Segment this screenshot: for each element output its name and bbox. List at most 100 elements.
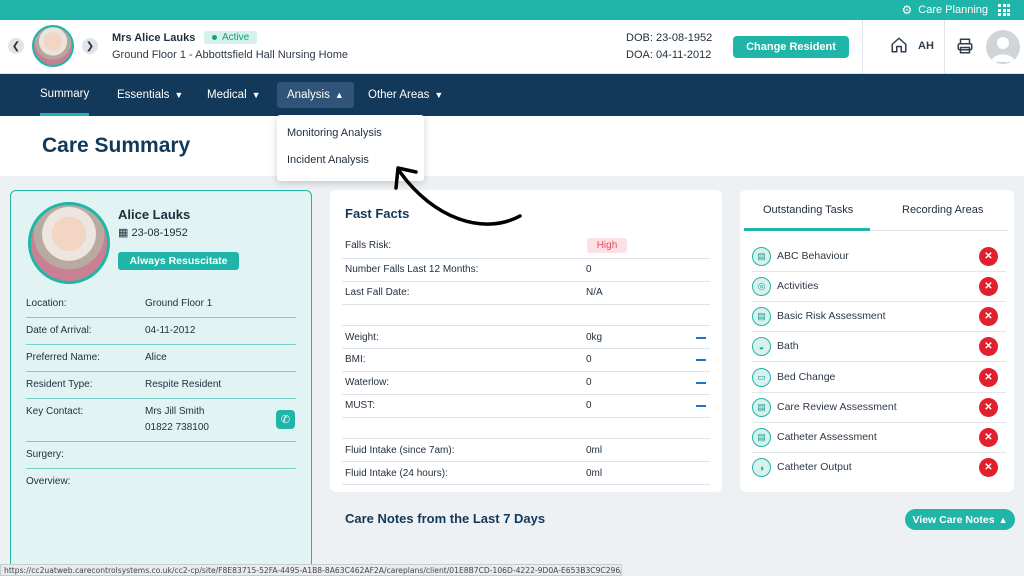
care-planning-menu[interactable]: ⚙ Care Planning	[902, 0, 1010, 20]
resident-header: ❮ ❯ Mrs Alice Lauks Active Ground Floor …	[0, 20, 1024, 74]
task-item[interactable]: ▤ Basic Risk Assessment ✕	[752, 306, 1000, 328]
divider	[342, 438, 710, 439]
task-item[interactable]: ◒ Bath ✕	[752, 336, 1000, 358]
close-icon[interactable]: ✕	[979, 277, 998, 296]
resident-photo	[28, 202, 110, 284]
divider	[342, 258, 710, 259]
resident-location: Ground Floor 1 - Abbottsfield Hall Nursi…	[112, 49, 348, 61]
trend-flat-icon	[696, 405, 706, 407]
task-item[interactable]: ▤ ABC Behaviour ✕	[752, 246, 1000, 268]
falls-risk-badge: High	[587, 238, 627, 253]
resident-doa: DOA: 04-11-2012	[626, 49, 712, 61]
nav-other-areas[interactable]: Other Areas ▼	[368, 74, 443, 116]
user-initials[interactable]: AH	[918, 40, 934, 52]
resident-avatar	[32, 25, 74, 67]
divider	[342, 281, 710, 282]
home-icon[interactable]	[890, 36, 908, 54]
chevron-up-icon: ▲	[334, 90, 344, 100]
divider	[342, 461, 710, 462]
resus-badge: Always Resuscitate	[118, 252, 239, 270]
status-bar-url: https://cc2uatweb.carecontrolsystems.co.…	[0, 564, 622, 576]
resident-card-dob: ▦ 23-08-1952	[118, 227, 188, 239]
nav-essentials[interactable]: Essentials ▼	[117, 74, 183, 116]
divider	[342, 394, 710, 395]
activity-icon: ◎	[752, 277, 771, 296]
divider	[752, 422, 1006, 423]
resident-card-name: Alice Lauks	[118, 207, 191, 222]
calendar-icon: ▦	[118, 227, 132, 239]
divider	[26, 371, 296, 372]
menu-item-monitoring-analysis[interactable]: Monitoring Analysis	[287, 127, 382, 139]
chevron-up-icon: ▲	[998, 514, 1008, 525]
status-badge: Active	[204, 31, 258, 44]
page-title: Care Summary	[42, 134, 191, 157]
close-icon[interactable]: ✕	[979, 428, 998, 447]
clipboard-icon: ▤	[752, 247, 771, 266]
close-icon[interactable]: ✕	[979, 307, 998, 326]
divider	[752, 331, 1006, 332]
catheter-icon: ▤	[752, 428, 771, 447]
active-tab-indicator	[744, 228, 870, 231]
divider	[342, 325, 710, 326]
main-nav: Summary Essentials ▼ Medical ▼ Analysis ▲ O…	[0, 74, 1024, 116]
divider	[342, 304, 710, 305]
divider	[26, 317, 296, 318]
divider	[26, 344, 296, 345]
task-item[interactable]: ◑ Catheter Output ✕	[752, 457, 1000, 479]
bath-icon: ◒	[752, 337, 771, 356]
change-resident-button[interactable]: Change Resident	[733, 36, 849, 58]
divider	[752, 301, 1006, 302]
view-care-notes-button[interactable]: View Care Notes ▲	[905, 509, 1015, 530]
close-icon[interactable]: ✕	[979, 247, 998, 266]
print-icon[interactable]	[956, 37, 974, 55]
review-icon: ▤	[752, 398, 771, 417]
care-planning-label: Care Planning	[918, 4, 988, 16]
trend-flat-icon	[696, 337, 706, 339]
apps-grid-icon[interactable]	[998, 4, 1010, 16]
output-icon: ◑	[752, 458, 771, 477]
chevron-down-icon: ▼	[174, 90, 184, 100]
menu-item-incident-analysis[interactable]: Incident Analysis	[287, 154, 369, 166]
divider	[752, 361, 1006, 362]
divider	[752, 271, 1006, 272]
divider	[862, 20, 863, 73]
chevron-right-icon[interactable]: ❯	[82, 38, 98, 54]
tab-outstanding-tasks[interactable]: Outstanding Tasks	[763, 204, 853, 216]
settings-icon[interactable]: ⚙	[902, 4, 913, 16]
close-icon[interactable]: ✕	[979, 337, 998, 356]
divider	[752, 392, 1006, 393]
divider	[342, 417, 710, 418]
bed-icon: ▭	[752, 368, 771, 387]
nav-summary[interactable]: Summary	[40, 74, 90, 116]
top-bar: ⚙ Care Planning	[0, 0, 1024, 20]
close-icon[interactable]: ✕	[979, 398, 998, 417]
annotation-arrow	[394, 166, 522, 226]
divider	[752, 452, 1006, 453]
tab-recording-areas[interactable]: Recording Areas	[902, 204, 983, 216]
divider	[342, 371, 710, 372]
divider	[342, 484, 710, 485]
task-item[interactable]: ▤ Catheter Assessment ✕	[752, 427, 1000, 449]
nav-analysis[interactable]: Analysis ▲	[277, 82, 354, 108]
chevron-down-icon: ▼	[251, 90, 261, 100]
task-item[interactable]: ◎ Activities ✕	[752, 276, 1000, 298]
close-icon[interactable]: ✕	[979, 368, 998, 387]
trend-flat-icon	[696, 382, 706, 384]
trend-flat-icon	[696, 359, 706, 361]
chevron-left-icon[interactable]: ❮	[8, 38, 24, 54]
resident-name: Mrs Alice Lauks	[112, 32, 196, 44]
divider	[26, 468, 296, 469]
divider	[342, 348, 710, 349]
task-item[interactable]: ▭ Bed Change ✕	[752, 367, 1000, 389]
nav-medical[interactable]: Medical ▼	[207, 74, 261, 116]
resident-dob: DOB: 23-08-1952	[626, 32, 713, 44]
phone-icon[interactable]: ✆	[276, 410, 295, 429]
task-item[interactable]: ▤ Care Review Assessment ✕	[752, 397, 1000, 419]
care-notes-title: Care Notes from the Last 7 Days	[345, 511, 546, 526]
divider	[26, 441, 296, 442]
chevron-down-icon: ▼	[434, 90, 444, 100]
assessment-icon: ▤	[752, 307, 771, 326]
close-icon[interactable]: ✕	[979, 458, 998, 477]
user-avatar[interactable]	[986, 30, 1020, 64]
divider	[944, 20, 945, 73]
